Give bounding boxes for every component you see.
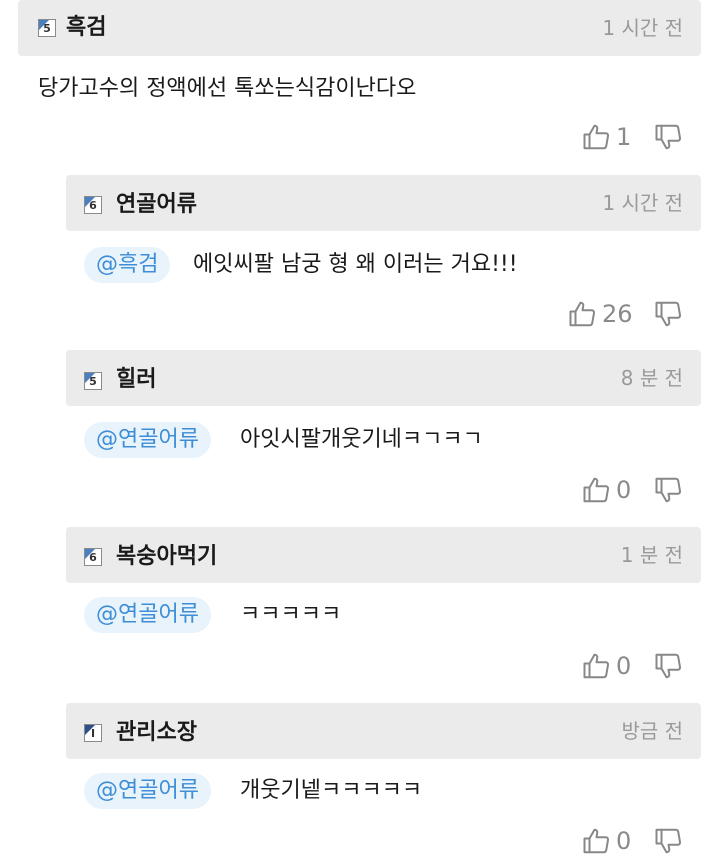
comment-author[interactable]: 관리소장: [116, 720, 197, 746]
comment-header: 5 흑검 1 시간 전: [18, 0, 701, 56]
level-badge-icon: 6: [84, 548, 102, 566]
comment-text: 에잇씨팔 남궁 형 왜 이러는 거요!!!: [193, 252, 518, 277]
like-count: 0: [616, 827, 632, 855]
comment-time: 1 시간 전: [602, 191, 683, 215]
thumbs-up-icon[interactable]: [582, 475, 612, 505]
like-count: 1: [616, 123, 632, 151]
vote-bar: 26: [568, 299, 692, 335]
comment-time: 1 분 전: [620, 543, 683, 567]
mention-tag[interactable]: @연골어류: [84, 597, 211, 633]
comment-text: 아잇시팔개웃기네ㅋㄱㅋㄱ: [240, 427, 483, 452]
reply-header: 6 연골어류 1 시간 전: [66, 175, 701, 231]
comment-author[interactable]: 흑검: [66, 15, 106, 41]
comment-time: 방금 전: [621, 719, 683, 743]
comment-text: ㅋㅋㅋㅋㅋ: [240, 602, 342, 627]
thumbs-down-icon[interactable]: [654, 122, 684, 152]
comment-text: 개웃기넽ㅋㅋㅋㅋㅋ: [240, 778, 423, 803]
reply-header: 6 복숭아먹기 1 분 전: [66, 527, 701, 583]
mention-tag[interactable]: @흑검: [84, 247, 171, 283]
reply-header: 5 힐러 8 분 전: [66, 350, 701, 406]
thumbs-down-icon[interactable]: [654, 651, 684, 681]
thumbs-down-icon[interactable]: [654, 475, 684, 505]
level-badge-icon: 5: [84, 372, 102, 390]
vote-bar: 0: [582, 826, 692, 862]
comment-author[interactable]: 복숭아먹기: [116, 544, 217, 570]
comment-time: 8 분 전: [620, 366, 683, 390]
thumbs-up-icon[interactable]: [582, 651, 612, 681]
level-badge-icon: 6: [84, 196, 102, 214]
comment-author[interactable]: 힐러: [116, 367, 156, 393]
like-count: 26: [602, 300, 633, 328]
mention-tag[interactable]: @연골어류: [84, 422, 211, 458]
vote-bar: 1: [582, 122, 692, 158]
vote-bar: 0: [582, 475, 692, 511]
like-count: 0: [616, 652, 632, 680]
thumbs-down-icon[interactable]: [654, 299, 684, 329]
comment-text: 당가고수의 정액에선 톡쏘는식감이난다오: [38, 76, 417, 101]
vote-bar: 0: [582, 651, 692, 687]
thumbs-down-icon[interactable]: [654, 826, 684, 856]
comment-author[interactable]: 연골어류: [116, 192, 197, 218]
thumbs-up-icon[interactable]: [568, 299, 598, 329]
like-count: 0: [616, 476, 632, 504]
comment-time: 1 시간 전: [602, 16, 683, 40]
reply-header: I 관리소장 방금 전: [66, 703, 701, 759]
level-badge-icon: 5: [38, 19, 56, 37]
mention-tag[interactable]: @연골어류: [84, 773, 211, 809]
level-badge-icon: I: [84, 724, 102, 742]
thumbs-up-icon[interactable]: [582, 122, 612, 152]
thumbs-up-icon[interactable]: [582, 826, 612, 856]
